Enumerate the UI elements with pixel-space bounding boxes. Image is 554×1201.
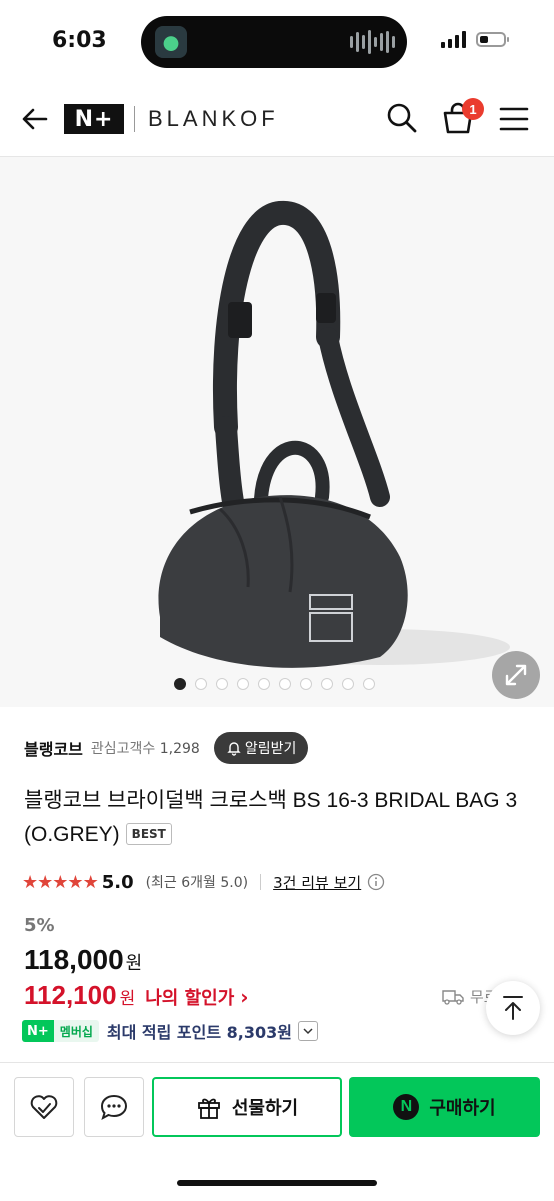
discount-rate: 5%	[24, 915, 55, 936]
seller-name[interactable]: 블랭코브	[24, 736, 83, 760]
chevron-right-icon: ›	[240, 985, 249, 1009]
status-time: 6:03	[52, 28, 107, 53]
rating-row: ★ ★ ★ ★ ★ 5.0 (최근 6개월 5.0) 3건 리뷰 보기	[22, 868, 385, 896]
gallery-dot[interactable]	[320, 678, 333, 690]
sale-price-unit: 원	[119, 989, 136, 1009]
sale-price-value: 112,100	[24, 980, 117, 1010]
star-icon: ★	[82, 871, 99, 893]
dynamic-island	[141, 16, 407, 68]
gallery-dot[interactable]	[299, 678, 312, 690]
interest-customers: 관심고객수 1,298	[91, 738, 200, 758]
notify-label: 알림받기	[244, 741, 297, 757]
gallery-dot[interactable]	[341, 678, 354, 690]
divider	[260, 874, 262, 890]
gift-icon	[197, 1098, 220, 1119]
chevron-down-icon[interactable]	[298, 1021, 318, 1041]
gallery-dot[interactable]	[215, 678, 228, 690]
home-indicator[interactable]	[177, 1180, 377, 1186]
my-discount-label: 나의 할인가	[145, 988, 235, 1009]
menu-icon[interactable]	[498, 104, 530, 134]
audio-wave-icon	[350, 30, 395, 54]
gallery-dot[interactable]	[194, 678, 207, 690]
expand-icon	[505, 664, 527, 686]
buy-label: 구매하기	[429, 1098, 496, 1119]
back-arrow-icon[interactable]	[18, 102, 52, 136]
gallery-dot[interactable]	[278, 678, 291, 690]
search-icon[interactable]	[384, 100, 420, 136]
max-points-text: 최대 적립 포인트 8,303원	[106, 1023, 292, 1042]
chat-bubble-icon	[100, 1094, 128, 1121]
zoom-button[interactable]	[492, 651, 540, 699]
arrow-up-icon	[503, 996, 523, 1020]
review-link[interactable]: 3건 리뷰 보기	[273, 872, 361, 893]
star-icon: ★	[52, 871, 68, 893]
gallery-pagination[interactable]	[0, 678, 551, 690]
wishlist-button[interactable]	[14, 1077, 74, 1137]
my-discount-price[interactable]: 112,100 원 나의 할인가 ›	[24, 980, 249, 1011]
notify-button[interactable]: 알림받기	[213, 732, 309, 764]
gift-label: 선물하기	[231, 1098, 299, 1119]
naver-pay-icon: N	[393, 1094, 420, 1120]
battery-icon	[476, 31, 509, 47]
gift-button[interactable]: 선물하기	[152, 1077, 342, 1137]
heart-check-icon	[30, 1095, 58, 1119]
nplus-logo[interactable]: N+	[64, 104, 124, 134]
gallery-dot[interactable]	[257, 678, 270, 690]
battery-level	[480, 35, 488, 43]
membership-mark: N+	[22, 1020, 54, 1042]
truck-icon	[442, 989, 464, 1005]
now-playing-app-icon	[155, 26, 187, 58]
original-price-unit: 원	[125, 953, 143, 974]
nplus-membership-badge: N+ 멤버십	[22, 1020, 99, 1042]
talk-button[interactable]	[84, 1077, 144, 1137]
info-icon[interactable]	[367, 873, 385, 891]
star-icon: ★	[22, 871, 38, 893]
brand-logo[interactable]: BLANKOF	[148, 106, 279, 132]
interest-label: 관심고객수	[90, 741, 156, 757]
status-bar: 6:03	[0, 0, 554, 80]
product-gallery[interactable]	[0, 157, 554, 707]
buy-button[interactable]: N 구매하기	[349, 1077, 540, 1137]
points-row[interactable]: N+ 멤버십 최대 적립 포인트 8,303원	[22, 1018, 318, 1044]
cart-count-badge: 1	[462, 98, 484, 120]
seller-row: 블랭코브 관심고객수 1,298 알림받기	[24, 732, 309, 764]
product-image[interactable]	[130, 197, 510, 677]
rating-score: 5.0	[101, 871, 134, 893]
original-price-value: 118,000	[24, 944, 124, 975]
star-icon: ★	[37, 871, 53, 893]
bell-plus-icon	[227, 742, 241, 756]
gallery-dot[interactable]	[236, 678, 249, 690]
original-price: 118,000 원	[24, 944, 142, 976]
interest-count: 1,298	[159, 741, 200, 757]
star-rating: ★ ★ ★ ★ ★	[22, 871, 99, 893]
cellular-signal-icon	[441, 30, 466, 48]
gallery-dot[interactable]	[362, 678, 375, 690]
star-icon: ★	[67, 871, 83, 893]
logo-divider	[134, 106, 135, 132]
product-title: 블랭코브 브라이덜백 크로스백 BS 16-3 BRIDAL BAG 3 (O.…	[24, 784, 524, 852]
membership-label: 멤버십	[53, 1020, 99, 1042]
recent-rating: (최근 6개월 5.0)	[145, 875, 249, 891]
gallery-dot[interactable]	[173, 678, 186, 690]
best-badge: BEST	[125, 823, 172, 845]
scroll-to-top-button[interactable]	[486, 981, 540, 1035]
product-title-text: 블랭코브 브라이덜백 크로스백 BS 16-3 BRIDAL BAG 3 (O.…	[24, 789, 518, 846]
